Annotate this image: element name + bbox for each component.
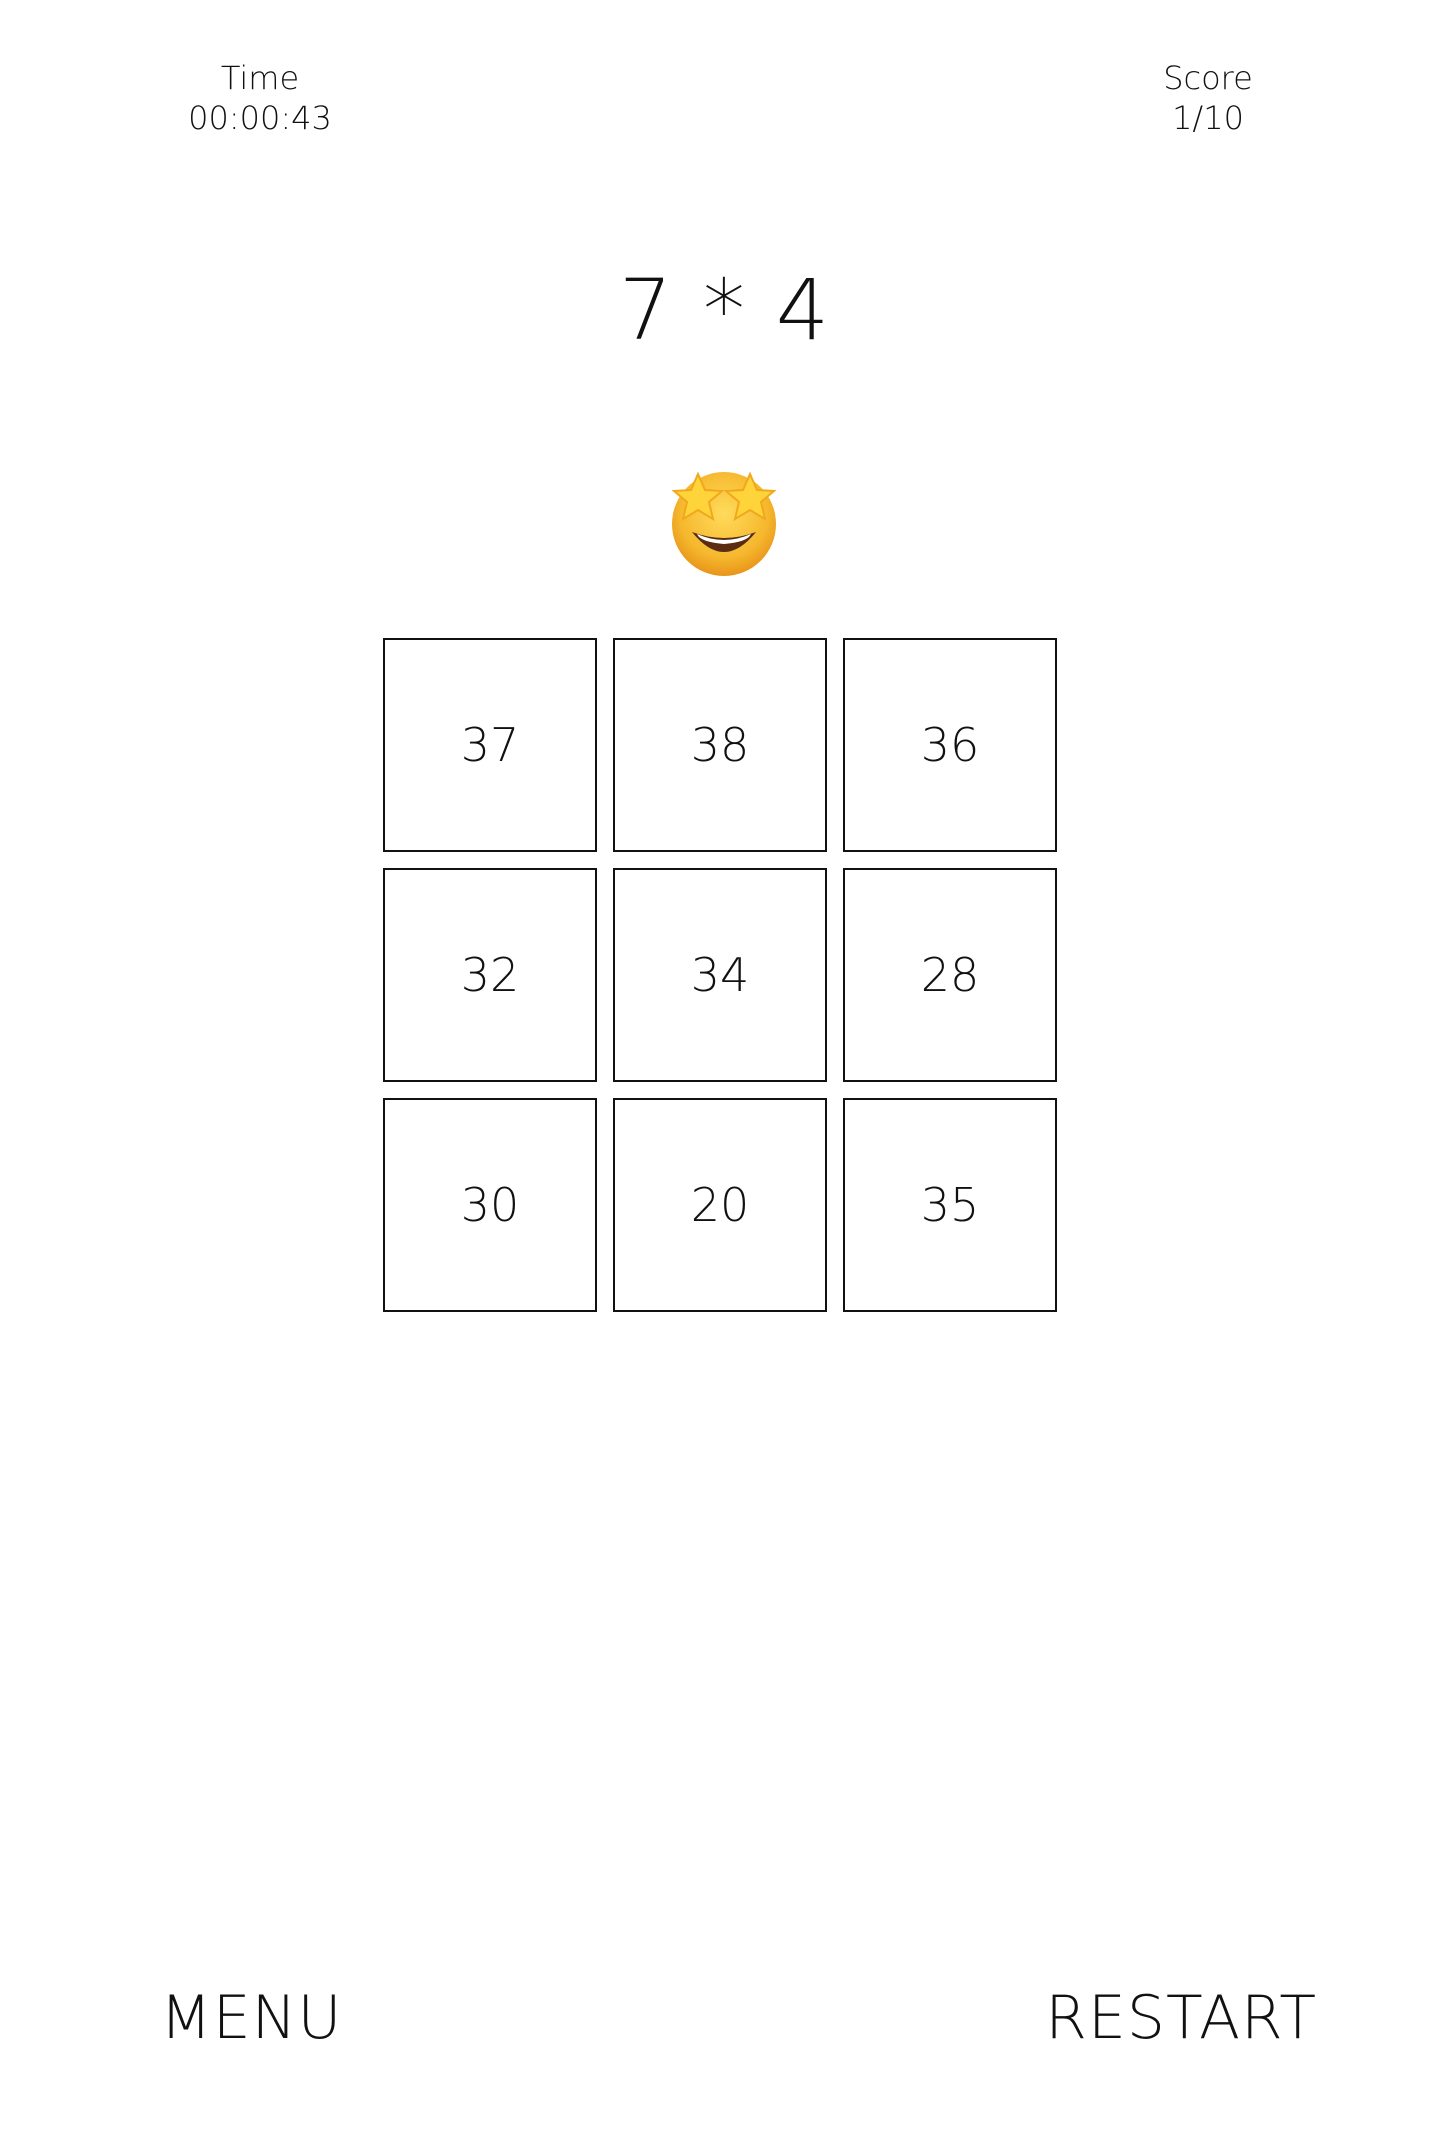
math-question: 7 * 4 — [618, 261, 832, 359]
score-value: 1/10 — [1172, 99, 1244, 137]
score-label: Score — [1163, 59, 1253, 97]
answer-tile[interactable]: 35 — [843, 1098, 1057, 1312]
answer-tile[interactable]: 28 — [843, 868, 1057, 1082]
answer-tile[interactable]: 37 — [383, 638, 597, 852]
star-struck-emoji-icon — [664, 460, 784, 580]
answer-tile[interactable]: 36 — [843, 638, 1057, 852]
score-display: Score 1/10 — [1088, 58, 1328, 138]
restart-button[interactable]: RESTART — [1045, 1978, 1317, 2058]
time-label: Time — [220, 59, 300, 97]
answer-tile[interactable]: 30 — [383, 1098, 597, 1312]
answer-tile[interactable]: 38 — [613, 638, 827, 852]
answer-tile[interactable]: 20 — [613, 1098, 827, 1312]
answer-grid: 37 38 36 32 34 28 30 20 35 — [383, 638, 1061, 1314]
answer-tile[interactable]: 34 — [613, 868, 827, 1082]
menu-button[interactable]: MENU — [160, 1978, 342, 2058]
answer-tile[interactable]: 32 — [383, 868, 597, 1082]
time-value: 00:00:43 — [188, 99, 332, 137]
time-display: Time 00:00:43 — [140, 58, 380, 138]
